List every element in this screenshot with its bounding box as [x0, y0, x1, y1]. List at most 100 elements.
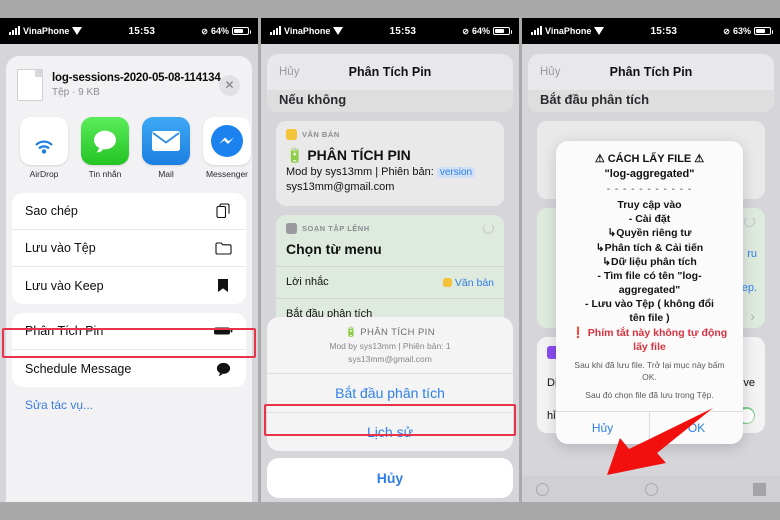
phone-panel-1: VinaPhone 15:53 ⊘ 64% log-sessions-2020-…: [0, 18, 258, 502]
share-app-messenger[interactable]: Messenger: [203, 117, 251, 179]
action-card-text[interactable]: VĂN BẢN 🔋 PHÂN TÍCH PIN Mod by sys13mm |…: [276, 121, 504, 206]
alert-line-1: - Cài đặt: [628, 213, 671, 226]
battery-emoji-icon: 🔋: [286, 147, 304, 163]
share-action-schedule-message[interactable]: Schedule Message: [12, 350, 246, 387]
status-left-1: VinaPhone: [9, 26, 83, 36]
battery-emoji-icon: 🔋: [345, 327, 358, 338]
alert-line-4: ↳Dữ liệu phân tích: [602, 255, 697, 268]
folder-icon: [213, 241, 233, 255]
alert-body: ⚠ CÁCH LẤY FILE ⚠ "log-aggregated" - - -…: [556, 141, 743, 411]
card-header: SOẠN TẬP LỆNH: [286, 222, 494, 234]
screenshot-stage: VinaPhone 15:53 ⊘ 64% log-sessions-2020-…: [0, 0, 780, 520]
cancel-button[interactable]: Hủy: [540, 66, 560, 78]
alert-line-7: - Lưu vào Tệp ( không đổi: [585, 298, 714, 311]
card-header: VĂN BẢN: [286, 129, 494, 140]
edit-actions-link[interactable]: Sửa tác vụ...: [6, 387, 252, 412]
status-bar-2: VinaPhone 15:53 ⊘ 64%: [261, 18, 519, 44]
running-action-strip: Bắt đầu phân tích: [528, 90, 774, 112]
carrier-label: VinaPhone: [545, 26, 592, 36]
carrier-label: VinaPhone: [23, 26, 70, 36]
share-app-label: AirDrop: [29, 169, 59, 179]
copy-icon: [213, 203, 233, 219]
wifi-icon: [333, 27, 344, 35]
status-right-2: ⊘ 64%: [462, 26, 512, 36]
share-action-battery-analysis[interactable]: Phân Tích Pin: [12, 313, 246, 350]
text-action-icon: [286, 129, 297, 140]
share-action-save-to-files[interactable]: Lưu vào Tệp: [12, 230, 246, 267]
cancel-button[interactable]: Hủy: [279, 66, 299, 78]
alert-buttons: Hủy OK: [556, 410, 743, 444]
row-label: Lưu vào Tệp: [25, 241, 96, 255]
battery-percent-label: 63%: [732, 26, 751, 36]
card-header-left: SOẠN TẬP LỆNH: [286, 222, 370, 234]
bg-side-label-b: ep.: [741, 282, 757, 294]
row-label: Schedule Message: [25, 361, 132, 376]
action-sheet: 🔋 PHÂN TÍCH PIN Mod by sys13mm | Phiên b…: [267, 317, 513, 498]
tab-icon-mid[interactable]: [644, 482, 658, 496]
messenger-icon: [203, 117, 251, 165]
action-sheet-group: 🔋 PHÂN TÍCH PIN Mod by sys13mm | Phiên b…: [267, 317, 513, 451]
prompt-label: Lời nhắc: [286, 276, 329, 289]
share-action-copy[interactable]: Sao chép: [12, 193, 246, 230]
file-meta: log-sessions-2020-05-08-114134 Tệp · 9 K…: [52, 72, 221, 98]
sheet-title-label: PHÂN TÍCH PIN: [360, 327, 435, 338]
share-app-airdrop[interactable]: AirDrop: [20, 117, 68, 179]
clock-label: 15:53: [650, 25, 678, 37]
battery-icon: [493, 27, 512, 35]
prompt-value-label: Văn bản: [454, 276, 494, 289]
version-token: version: [436, 166, 476, 178]
card-title-label: PHÂN TÍCH PIN: [307, 147, 411, 163]
sheet-sub1: Mod by sys13mm | Phiên bản: 1: [329, 341, 451, 351]
battery-percent-label: 64%: [471, 26, 490, 36]
battery-icon: [754, 27, 773, 35]
alert-line-8: tên file ): [629, 312, 670, 325]
prompt-row[interactable]: Lời nhắc Văn bản: [286, 267, 494, 290]
card-line-title: 🔋 PHÂN TÍCH PIN: [286, 146, 494, 165]
close-icon[interactable]: ✕: [219, 74, 240, 96]
share-action-save-to-keep[interactable]: Lưu vào Keep: [12, 267, 246, 304]
share-actions-group-2: Phân Tích Pin Schedule Message: [12, 313, 246, 387]
rotation-lock-icon: ⊘: [201, 26, 208, 36]
card-line-email: sys13mm@gmail.com: [286, 180, 395, 193]
share-app-label: Mail: [158, 169, 174, 179]
alert-title: ⚠ CÁCH LẤY FILE ⚠: [594, 153, 705, 165]
text-tag-icon: [442, 278, 452, 288]
sheet-cancel-button[interactable]: Hủy: [267, 458, 513, 498]
clock-label: 15:53: [128, 25, 156, 37]
share-app-label: Tin nhắn: [88, 169, 122, 179]
shortcut-nav-bar-2: Hủy Phân Tích Pin: [267, 54, 513, 90]
share-app-mail[interactable]: Mail: [142, 117, 190, 179]
share-app-label: Messenger: [205, 169, 249, 179]
phone-panel-2: VinaPhone 15:53 ⊘ 64% Hủy Phân Tích Pin …: [261, 18, 519, 502]
alert-divider-dots: - - - - - - - - - - -: [606, 184, 693, 195]
sheet-item-history[interactable]: Lịch sử: [267, 413, 513, 451]
rotation-lock-icon: ⊘: [723, 26, 730, 36]
prompt-value: Văn bản: [442, 276, 494, 289]
status-bar-1: VinaPhone 15:53 ⊘ 64%: [0, 18, 258, 44]
page-title: Phân Tích Pin: [609, 65, 693, 79]
alert-line-0: Truy cập vào: [617, 199, 682, 211]
page-title: Phân Tích Pin: [348, 65, 432, 79]
alert-cancel-button[interactable]: Hủy: [556, 412, 649, 444]
clipped-action-strip: Nếu không: [267, 90, 513, 112]
wifi-icon: [594, 27, 605, 35]
menu-title-label: Chọn từ menu: [286, 240, 382, 257]
panel-1-body: log-sessions-2020-05-08-114134 Tệp · 9 K…: [0, 44, 258, 502]
row-label: Phân Tích Pin: [25, 324, 104, 338]
bg-side-label-a: ru: [747, 248, 757, 260]
alert-line-5: - Tìm file có tên "log-: [597, 269, 702, 282]
alert-subtitle: "log-aggregated": [604, 168, 695, 180]
messages-icon: [81, 117, 129, 165]
signal-bars-icon: [270, 26, 281, 35]
battery-percent-label: 64%: [210, 26, 229, 36]
phone-panel-3: VinaPhone 15:53 ⊘ 63% Hủy Phân Tích Pin …: [522, 18, 780, 502]
sheet-item-start-analysis[interactable]: Bắt đầu phân tích: [267, 374, 513, 413]
row-label: Sao chép: [25, 204, 78, 218]
share-app-messages[interactable]: Tin nhắn: [81, 117, 129, 179]
alert-ok-button[interactable]: OK: [649, 411, 743, 444]
airdrop-icon: [20, 117, 68, 165]
sheet-title: 🔋 PHÂN TÍCH PIN: [277, 327, 503, 338]
tab-icon-left[interactable]: [536, 482, 549, 496]
tab-icon-right[interactable]: [753, 482, 766, 496]
action-card-choose-from-menu[interactable]: SOẠN TẬP LỆNH Chọn từ menu Lời nhắc Văn …: [276, 214, 504, 334]
